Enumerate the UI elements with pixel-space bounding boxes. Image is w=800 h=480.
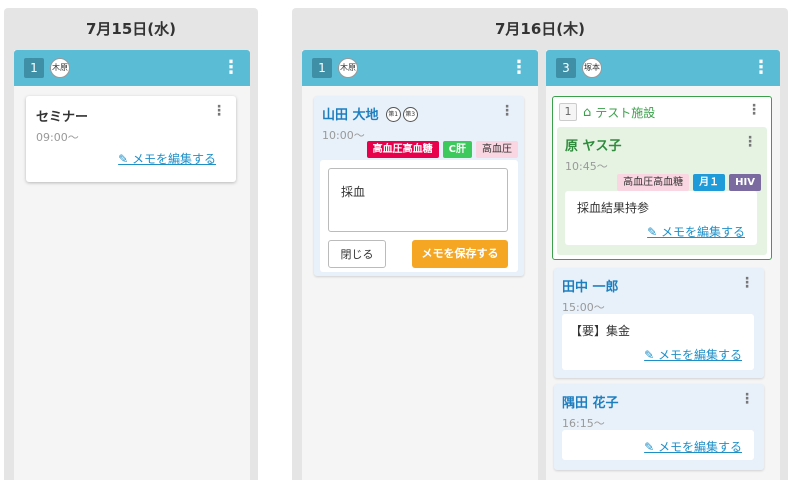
memo-textarea[interactable]: 採血 <box>328 168 508 232</box>
day-panel-0716: 7月16日(木) 1 木原 ⋮ 山田 大地 第1 第3 10:00〜 ⋮ 高血圧高… <box>292 8 788 480</box>
memo-text: 【要】集金 <box>570 324 631 338</box>
tag: C肝 <box>442 141 472 158</box>
appointment-card-seminar[interactable]: セミナー 09:00〜 ⋮ ✎ メモを編集する <box>26 96 236 182</box>
patient-name[interactable]: 隅田 花子 <box>562 392 619 411</box>
edit-memo-label: メモを編集する <box>131 152 216 166</box>
card-menu-icon[interactable]: ⋮ <box>740 276 754 290</box>
column-number: 3 <box>556 58 576 78</box>
edit-memo-link[interactable]: ✎ メモを編集する <box>644 346 742 363</box>
appointment-card-tanaka[interactable]: 田中 一郎 15:00〜 ⋮ 【要】集金 ✎ メモを編集する <box>554 268 764 378</box>
staff-column: 1 木原 ⋮ 山田 大地 第1 第3 10:00〜 ⋮ 高血圧高血糖 C肝 高血圧 採… <box>302 50 538 480</box>
staff-column: 3 塚本 ⋮ 1 ⌂ テスト施設 ⋮ 原 ヤス子 10:45〜 ⋮ 高血圧高血糖… <box>546 50 780 480</box>
facility-group: 1 ⌂ テスト施設 ⋮ 原 ヤス子 10:45〜 ⋮ 高血圧高血糖 月１ HIV 採… <box>552 96 772 260</box>
facility-number: 1 <box>559 103 577 121</box>
card-menu-icon[interactable]: ⋮ <box>740 392 754 406</box>
home-icon: ⌂ <box>583 104 592 120</box>
memo-box: ✎ メモを編集する <box>562 430 754 460</box>
tag: 月１ <box>693 174 726 191</box>
column-header: 1 木原 ⋮ <box>302 50 538 86</box>
edit-memo-label: メモを編集する <box>657 348 742 362</box>
tag-list: 高血圧高血糖 C肝 高血圧 <box>363 137 518 158</box>
pencil-icon: ✎ <box>118 152 132 166</box>
staff-avatar: 塚本 <box>582 58 602 78</box>
edit-memo-label: メモを編集する <box>657 440 742 454</box>
tag: 高血圧高血糖 <box>366 141 439 158</box>
patient-name[interactable]: 山田 大地 <box>322 108 379 123</box>
memo-box: 採血結果持参 ✎ メモを編集する <box>565 191 757 245</box>
facility-menu-icon[interactable]: ⋮ <box>747 103 761 117</box>
pencil-icon: ✎ <box>644 348 658 362</box>
visit-badge: 第3 <box>402 107 418 122</box>
pencil-icon: ✎ <box>644 440 658 454</box>
memo-editor: 採血 閉じる メモを保存する <box>320 160 518 272</box>
card-menu-icon[interactable]: ⋮ <box>212 104 226 118</box>
day-title: 7月15日(水) <box>85 20 177 38</box>
memo-box: 【要】集金 ✎ メモを編集する <box>562 314 754 370</box>
staff-column: 1 木原 ⋮ セミナー 09:00〜 ⋮ ✎ メモを編集する <box>14 50 250 480</box>
save-memo-button[interactable]: メモを保存する <box>412 240 508 268</box>
appointment-card-sumida[interactable]: 隅田 花子 16:15〜 ⋮ ✎ メモを編集する <box>554 384 764 470</box>
card-menu-icon[interactable]: ⋮ <box>743 135 757 149</box>
pencil-icon: ✎ <box>647 225 661 239</box>
facility-name[interactable]: テスト施設 <box>595 104 655 121</box>
appointment-time: 16:15〜 <box>562 417 605 430</box>
staff-avatar: 木原 <box>50 58 70 78</box>
day-panel-0715: 7月15日(水) 1 木原 ⋮ セミナー 09:00〜 ⋮ ✎ メモを編集する <box>4 8 258 480</box>
edit-memo-link[interactable]: ✎ メモを編集する <box>118 150 216 167</box>
column-menu-icon[interactable]: ⋮ <box>510 59 528 77</box>
tag: 高血圧高血糖 <box>617 174 690 191</box>
appointment-time: 09:00〜 <box>36 131 79 144</box>
appointment-card-yamada[interactable]: 山田 大地 第1 第3 10:00〜 ⋮ 高血圧高血糖 C肝 高血圧 採血 閉じる メ… <box>314 96 524 276</box>
day-title: 7月16日(木) <box>494 20 586 38</box>
edit-memo-link[interactable]: ✎ メモを編集する <box>647 223 745 240</box>
patient-name[interactable]: 原 ヤス子 <box>565 135 622 154</box>
edit-memo-link[interactable]: ✎ メモを編集する <box>644 438 742 455</box>
appointment-card-hara[interactable]: 原 ヤス子 10:45〜 ⋮ 高血圧高血糖 月１ HIV 採血結果持参 ✎ メモを編… <box>557 127 767 255</box>
memo-text: 採血結果持参 <box>577 201 650 215</box>
staff-avatar: 木原 <box>338 58 358 78</box>
memo-text: 採血 <box>341 185 366 199</box>
edit-memo-label: メモを編集する <box>660 225 745 239</box>
column-header: 3 塚本 ⋮ <box>546 50 780 86</box>
visit-badge: 第1 <box>385 107 401 122</box>
card-menu-icon[interactable]: ⋮ <box>500 104 514 118</box>
column-number: 1 <box>24 58 44 78</box>
tag-list: 高血圧高血糖 月１ HIV <box>613 170 761 191</box>
tag: 高血圧 <box>476 141 518 158</box>
appointment-title: セミナー <box>36 110 89 125</box>
column-number: 1 <box>312 58 332 78</box>
column-menu-icon[interactable]: ⋮ <box>222 59 240 77</box>
column-header: 1 木原 ⋮ <box>14 50 250 86</box>
patient-name[interactable]: 田中 一郎 <box>562 276 619 295</box>
column-menu-icon[interactable]: ⋮ <box>752 59 770 77</box>
tag: HIV <box>729 174 761 191</box>
close-button[interactable]: 閉じる <box>328 240 386 268</box>
appointment-time: 15:00〜 <box>562 301 605 314</box>
